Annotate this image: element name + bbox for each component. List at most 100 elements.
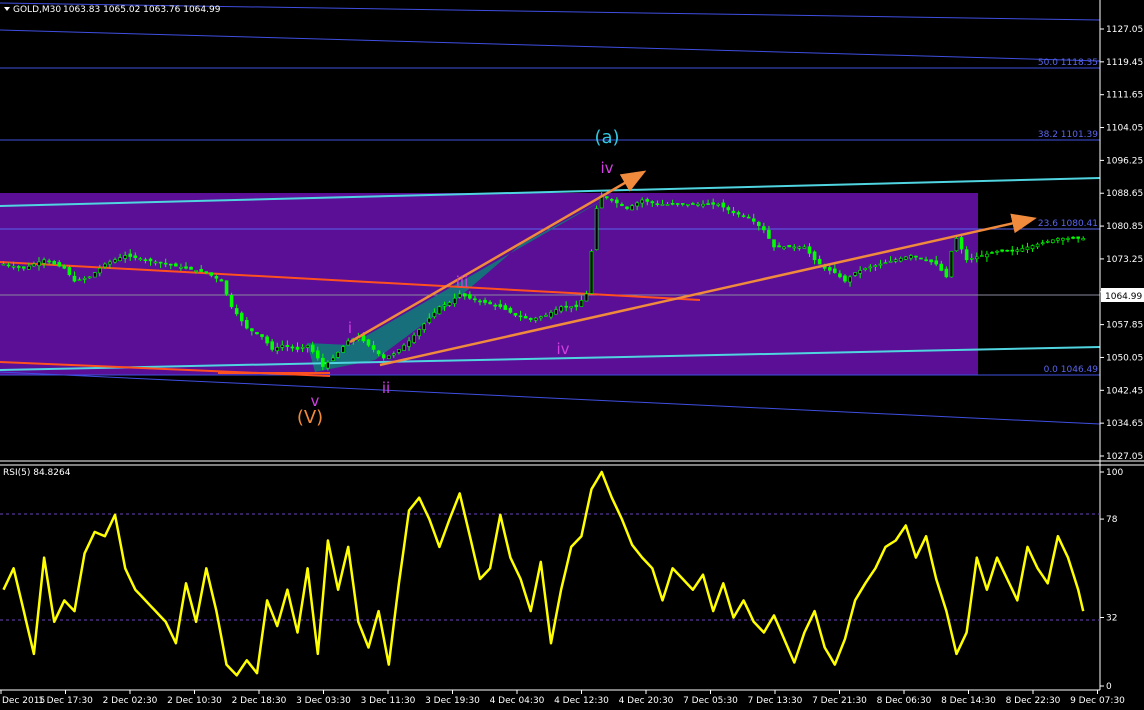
candle-body [427, 317, 432, 323]
candle-body [721, 202, 726, 208]
candle-body [660, 203, 665, 206]
price-tick-label: 1050.05 [1106, 353, 1143, 363]
candle-body [797, 246, 802, 249]
candle-body [772, 239, 776, 248]
candle-body [16, 266, 21, 268]
candle-body [751, 218, 756, 222]
time-tick-label: 2 Dec 18:30 [232, 696, 287, 706]
candle-body [442, 304, 447, 307]
candle-body [767, 229, 771, 239]
candle-body [113, 259, 117, 263]
candle-body [630, 205, 634, 211]
candle-body [736, 212, 741, 215]
candle-body [833, 268, 837, 273]
candle-body [310, 344, 315, 352]
candle-body [604, 196, 609, 199]
candle-body [371, 345, 376, 350]
candle-body [493, 304, 498, 307]
candle-body [574, 304, 579, 308]
candle-body [812, 251, 817, 261]
candle-body [1000, 249, 1004, 252]
candle-body [939, 263, 944, 271]
candle-body [143, 259, 148, 261]
time-tick-label: 7 Dec 21:30 [812, 696, 867, 706]
triangle-down-icon[interactable] [4, 7, 10, 11]
candle-body [726, 207, 731, 211]
candle-body [179, 266, 183, 269]
candle-body [696, 203, 700, 206]
symbol-label: GOLD,M30 [13, 5, 61, 15]
rsi-tick-label: 0 [1106, 682, 1112, 692]
candle-body [407, 340, 411, 347]
wave-label-a: (a) [594, 127, 619, 148]
rsi-tick-label: 32 [1106, 614, 1117, 624]
candle-body [909, 255, 913, 259]
time-tick-label: 1 Dec 17:30 [38, 696, 93, 706]
candle-body [473, 298, 477, 301]
candle-body [620, 203, 624, 207]
candle-body [1066, 238, 1070, 240]
candle-body [848, 276, 852, 283]
candle-body [498, 304, 503, 308]
candle-body [462, 293, 467, 297]
candle-body [863, 268, 868, 270]
candle-body [290, 346, 295, 349]
fib-label-0: 0.0 1046.49 [1044, 365, 1099, 375]
candle-body [523, 316, 528, 319]
candle-body [32, 263, 36, 267]
candle-body [57, 262, 62, 267]
candle-body [209, 272, 214, 276]
candle-body [503, 305, 508, 310]
candle-body [554, 309, 558, 315]
chart-canvas: (a) iv i iii iv ii v (V) 50.0 1118.35 38… [0, 0, 1144, 706]
candle-body [1061, 238, 1065, 241]
candle-body [635, 202, 639, 207]
candle-body [260, 334, 264, 337]
candle-body [853, 272, 857, 276]
candle-body [417, 329, 421, 337]
candle-body [21, 266, 26, 269]
candle-body [87, 276, 92, 279]
candle-body [883, 262, 888, 264]
time-tick-label: 7 Dec 05:30 [683, 696, 738, 706]
candle-body [72, 275, 77, 282]
candle-body [584, 293, 589, 302]
candle-body [1076, 236, 1080, 239]
candle-body [934, 260, 939, 265]
channel-mid-blue [0, 29, 1101, 62]
candle-body [92, 272, 97, 278]
fib-label-38: 38.2 1101.39 [1038, 130, 1098, 140]
candle-body [1035, 243, 1040, 248]
candle-body [706, 203, 710, 205]
price-tick-label: 1080.85 [1106, 222, 1143, 232]
candle-body [898, 258, 903, 262]
candle-body [432, 312, 437, 317]
price-tick-label: 1104.05 [1106, 124, 1143, 134]
time-tick-label: 4 Dec 12:30 [554, 696, 609, 706]
candle-body [929, 259, 933, 263]
candle-body [189, 266, 193, 270]
candle-body [980, 255, 984, 257]
candle-body [98, 268, 102, 274]
candle-body [376, 350, 381, 355]
candle-body [250, 328, 254, 332]
candle-body [295, 346, 300, 350]
wave-label-iii: iii [456, 273, 469, 291]
candle-body [148, 258, 153, 262]
time-tick-label: 7 Dec 13:30 [748, 696, 803, 706]
time-tick-label: 8 Dec 06:30 [877, 696, 932, 706]
time-tick-label: 3 Dec 11:30 [361, 696, 416, 706]
candle-body [422, 323, 427, 330]
candle-body [969, 258, 974, 260]
candle-body [341, 346, 345, 353]
candle-body [990, 252, 994, 254]
candle-body [158, 261, 163, 264]
candle-body [1015, 249, 1020, 252]
candle-body [331, 357, 335, 361]
candle-body [579, 300, 584, 307]
candle-body [675, 203, 680, 205]
candle-body [52, 261, 56, 265]
candle-body [224, 280, 229, 295]
time-tick-label: 8 Dec 14:30 [941, 696, 996, 706]
candle-body [346, 340, 351, 346]
